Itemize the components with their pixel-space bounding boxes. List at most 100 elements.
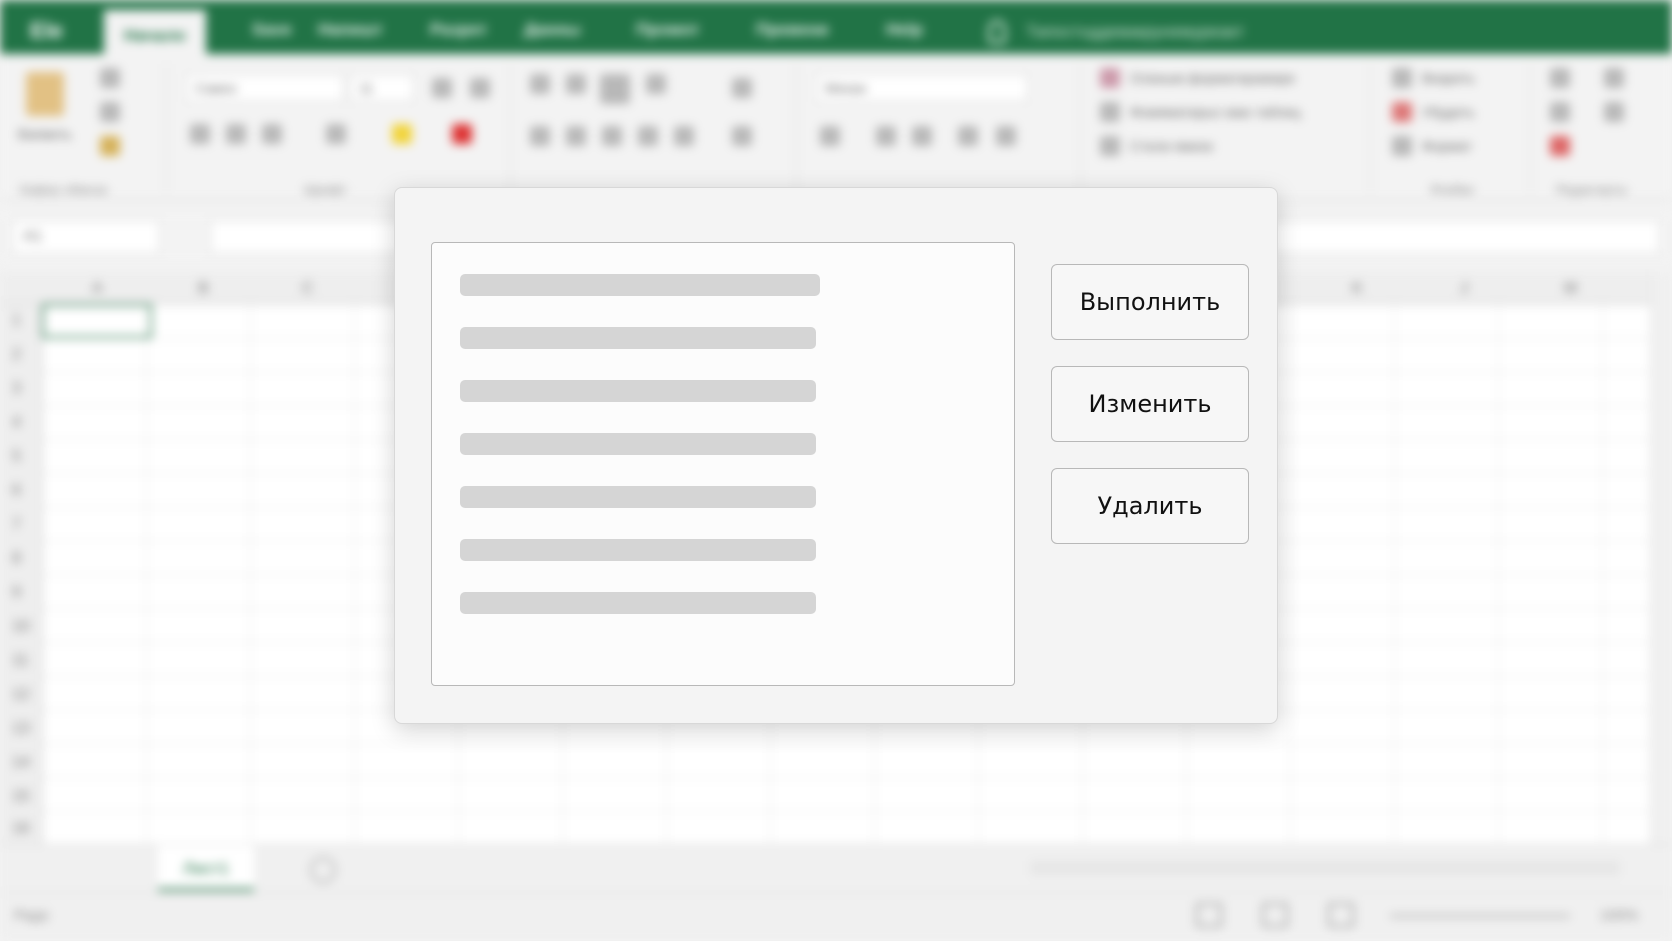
styles-item[interactable]: Стили ямеек — [1130, 138, 1213, 154]
page-layout-icon[interactable] — [1262, 903, 1288, 927]
number-format-combo[interactable]: Механ — [816, 74, 1028, 102]
italic-icon[interactable] — [226, 124, 246, 144]
zoom-slider[interactable] — [1390, 915, 1570, 917]
align-middle-icon[interactable] — [566, 74, 586, 94]
row-header[interactable]: 7 — [12, 516, 21, 534]
align-bottom-icon[interactable] — [600, 74, 630, 104]
row-header[interactable]: 2 — [12, 346, 21, 364]
normal-view-icon[interactable] — [1196, 903, 1222, 927]
cells-item[interactable]: Вкарить — [1422, 70, 1475, 86]
row-header[interactable]: 6 — [12, 482, 21, 500]
format-cells-icon[interactable] — [1392, 136, 1412, 156]
shrink-font-icon[interactable] — [470, 78, 490, 98]
run-button[interactable]: Выполнить — [1051, 264, 1249, 340]
row-header[interactable]: 10 — [12, 618, 30, 636]
tab-review[interactable]: Промот — [636, 20, 699, 48]
bold-icon[interactable] — [190, 124, 210, 144]
row-header[interactable]: 14 — [12, 754, 30, 772]
horizontal-scrollbar[interactable] — [1030, 861, 1620, 875]
tab-home[interactable]: Начало — [104, 10, 206, 54]
macro-list[interactable] — [431, 242, 1015, 686]
row-header[interactable]: 15 — [12, 788, 30, 806]
sheet-tab-active[interactable]: Лист1 — [158, 845, 254, 891]
find-select-icon[interactable] — [1604, 102, 1624, 122]
tell-me-search[interactable]: Тапостхддевакрунемуреакт — [1026, 22, 1244, 42]
wrap-text-icon[interactable] — [732, 78, 752, 98]
decrease-indent-icon[interactable] — [638, 126, 658, 146]
format-painter-icon[interactable] — [100, 136, 120, 156]
column-header[interactable]: M — [1564, 280, 1577, 298]
merge-center-icon[interactable] — [732, 126, 752, 146]
tab-help[interactable]: Help — [886, 20, 923, 48]
tab-insert[interactable]: Напишт — [318, 20, 383, 48]
styles-item[interactable]: Фомяматирыс ваю таблиц — [1130, 104, 1301, 120]
cells-item[interactable]: Формат — [1422, 138, 1472, 154]
name-box[interactable]: A1 — [12, 220, 160, 254]
row-header[interactable]: 5 — [12, 448, 21, 466]
row-header[interactable]: 9 — [12, 584, 21, 602]
fill-icon[interactable] — [1550, 102, 1570, 122]
orientation-icon[interactable] — [646, 74, 666, 94]
row-header[interactable]: 1 — [12, 312, 21, 330]
row-header[interactable]: 4 — [12, 414, 21, 432]
column-header[interactable]: K — [1352, 280, 1363, 298]
borders-icon[interactable] — [326, 124, 346, 144]
column-header[interactable]: B — [198, 280, 209, 298]
cells-item[interactable]: Убудить — [1422, 104, 1475, 120]
increase-decimal-icon[interactable] — [958, 126, 978, 146]
cell-styles-icon[interactable] — [1100, 136, 1120, 156]
row-header[interactable]: 11 — [12, 652, 29, 670]
paste-icon[interactable] — [26, 72, 64, 116]
column-header[interactable]: J — [1460, 280, 1468, 298]
file-tab[interactable]: Ele — [30, 18, 63, 44]
list-item[interactable] — [460, 592, 816, 614]
list-item[interactable] — [460, 380, 816, 402]
page-break-view-icon[interactable] — [1328, 903, 1354, 927]
cut-icon[interactable] — [100, 68, 120, 88]
vertical-scrollbar[interactable] — [1650, 272, 1672, 844]
align-right-icon[interactable] — [602, 126, 622, 146]
percent-icon[interactable] — [876, 126, 896, 146]
selected-cell[interactable] — [42, 304, 152, 338]
align-top-icon[interactable] — [530, 74, 550, 94]
list-item[interactable] — [460, 433, 816, 455]
conditional-format-icon[interactable] — [1100, 68, 1120, 88]
add-sheet-icon[interactable] — [310, 857, 336, 883]
column-header[interactable]: A — [92, 280, 103, 298]
column-header[interactable]: C — [302, 280, 314, 298]
align-center-icon[interactable] — [566, 126, 586, 146]
underline-icon[interactable] — [262, 124, 282, 144]
sort-filter-icon[interactable] — [1604, 68, 1624, 88]
tab-view[interactable]: Превени — [756, 20, 828, 48]
format-as-table-icon[interactable] — [1100, 102, 1120, 122]
copy-icon[interactable] — [100, 102, 120, 122]
font-name-combo[interactable]: Самос — [186, 74, 344, 102]
tab-save[interactable]: Save — [252, 20, 292, 48]
fill-color-icon[interactable] — [392, 124, 412, 144]
increase-indent-icon[interactable] — [674, 126, 694, 146]
list-item[interactable] — [460, 274, 820, 296]
row-header[interactable]: 8 — [12, 550, 21, 568]
row-header[interactable]: 12 — [12, 686, 30, 704]
grow-font-icon[interactable] — [432, 78, 452, 98]
tab-layout[interactable]: Разрет — [430, 20, 487, 48]
list-item[interactable] — [460, 539, 816, 561]
row-header[interactable]: 13 — [12, 720, 30, 738]
list-item[interactable] — [460, 327, 816, 349]
delete-cells-icon[interactable] — [1392, 102, 1412, 122]
autosum-icon[interactable] — [1550, 68, 1570, 88]
delete-button[interactable]: Удалить — [1051, 468, 1249, 544]
comma-style-icon[interactable] — [912, 126, 932, 146]
row-header[interactable]: 16 — [12, 820, 30, 838]
currency-icon[interactable] — [820, 126, 840, 146]
font-color-icon[interactable] — [452, 124, 472, 144]
styles-item[interactable]: Оланым форматирамире — [1130, 70, 1295, 86]
tab-data[interactable]: Данны — [524, 20, 581, 48]
decrease-decimal-icon[interactable] — [996, 126, 1016, 146]
align-left-icon[interactable] — [530, 126, 550, 146]
insert-cells-icon[interactable] — [1392, 68, 1412, 88]
edit-button[interactable]: Изменить — [1051, 366, 1249, 442]
row-header[interactable]: 3 — [12, 380, 21, 398]
clear-icon[interactable] — [1550, 136, 1570, 156]
list-item[interactable] — [460, 486, 816, 508]
